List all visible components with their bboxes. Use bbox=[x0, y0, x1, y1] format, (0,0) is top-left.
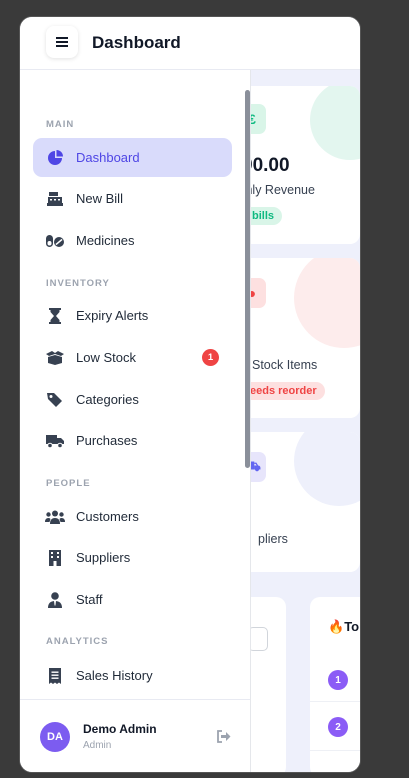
sidebar-item-purchases[interactable]: Purchases bbox=[33, 421, 232, 460]
sidebar-item-suppliers[interactable]: Suppliers bbox=[33, 538, 232, 577]
menu-toggle-button[interactable] bbox=[46, 26, 78, 58]
truck-icon bbox=[45, 431, 65, 451]
rank-badge: 2 bbox=[328, 717, 348, 737]
low-stock-badge: 1 bbox=[202, 349, 219, 366]
flame-icon: 🔥 bbox=[328, 619, 345, 634]
app-window: ₤ 90.00 thly Revenue bills ● Stock Items… bbox=[20, 17, 360, 772]
cash-register-icon bbox=[45, 189, 65, 209]
stock-label: Stock Items bbox=[252, 358, 318, 372]
sidebar-item-label: Purchases bbox=[76, 433, 138, 448]
suppliers-card[interactable]: ⛟ pliers bbox=[238, 432, 360, 572]
sidebar-item-medicines[interactable]: Medicines bbox=[33, 221, 232, 260]
users-icon bbox=[45, 507, 65, 527]
sidebar-item-label: Staff bbox=[76, 592, 103, 607]
hamburger-icon bbox=[56, 37, 68, 47]
sidebar-item-label: Low Stock bbox=[76, 350, 136, 365]
top-bar: Dashboard bbox=[20, 17, 360, 70]
sidebar-item-dashboard[interactable]: Dashboard bbox=[33, 138, 232, 177]
sidebar-item-label: Medicines bbox=[76, 233, 135, 248]
sidebar-scrollbar[interactable] bbox=[245, 90, 250, 468]
low-stock-card[interactable]: ● Stock Items eeds reorder bbox=[238, 258, 360, 418]
building-icon bbox=[45, 548, 65, 568]
top-title: Top bbox=[344, 619, 360, 634]
sidebar-item-staff[interactable]: Staff bbox=[33, 580, 232, 619]
sidebar-item-label: Sales History bbox=[76, 668, 153, 683]
user-name: Demo Admin bbox=[83, 722, 157, 736]
top-card: 🔥Top 1 2 bbox=[310, 597, 360, 772]
section-label-inventory: INVENTORY bbox=[46, 278, 110, 289]
suppliers-label: pliers bbox=[258, 532, 288, 546]
sidebar-item-customers[interactable]: Customers bbox=[33, 497, 232, 536]
sidebar-item-label: Dashboard bbox=[76, 150, 140, 165]
section-label-main: MAIN bbox=[46, 119, 75, 130]
sidebar-item-categories[interactable]: Categories bbox=[33, 380, 232, 419]
sidebar-item-low-stock[interactable]: Low Stock 1 bbox=[33, 338, 232, 377]
sidebar-item-label: Categories bbox=[76, 392, 139, 407]
sidebar-item-new-bill[interactable]: New Bill bbox=[33, 179, 232, 218]
sign-out-icon bbox=[217, 730, 231, 743]
section-label-people: PEOPLE bbox=[46, 478, 91, 489]
sidebar-item-label: Expiry Alerts bbox=[76, 308, 149, 323]
pie-chart-icon bbox=[45, 148, 65, 168]
user-role: Admin bbox=[83, 740, 112, 751]
sidebar-item-label: Customers bbox=[76, 509, 139, 524]
filter-select[interactable] bbox=[248, 627, 268, 651]
sidebar-footer: DA Demo Admin Admin bbox=[20, 699, 250, 772]
tags-icon bbox=[45, 390, 65, 410]
rank-badge: 1 bbox=[328, 670, 348, 690]
box-open-icon bbox=[45, 348, 65, 368]
sidebar-item-label: New Bill bbox=[76, 191, 123, 206]
revenue-card[interactable]: ₤ 90.00 thly Revenue bills bbox=[238, 86, 360, 244]
hourglass-icon bbox=[45, 306, 65, 326]
page-title: Dashboard bbox=[92, 33, 181, 52]
sidebar-item-expiry-alerts[interactable]: Expiry Alerts bbox=[33, 296, 232, 335]
section-label-analytics: ANALYTICS bbox=[46, 636, 109, 647]
pills-icon bbox=[45, 231, 65, 251]
logout-button[interactable] bbox=[217, 730, 233, 746]
user-tie-icon bbox=[45, 590, 65, 610]
receipt-icon bbox=[45, 666, 65, 686]
sidebar-item-label: Suppliers bbox=[76, 550, 131, 565]
avatar[interactable]: DA bbox=[40, 722, 70, 752]
revenue-label: thly Revenue bbox=[242, 183, 315, 197]
sidebar: MAIN Dashboard New Bill Medicines INVENT… bbox=[20, 70, 251, 772]
sidebar-item-sales-history[interactable]: Sales History bbox=[33, 656, 232, 695]
